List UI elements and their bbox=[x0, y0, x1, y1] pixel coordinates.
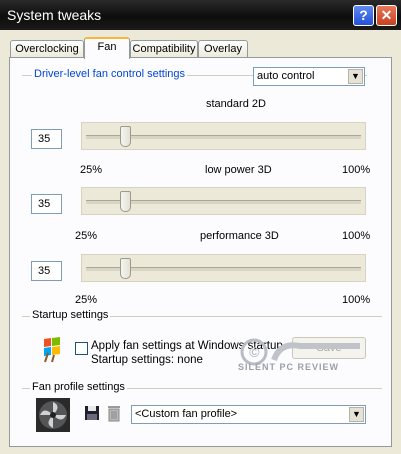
fan-profile-value: <Custom fan profile> bbox=[135, 408, 238, 420]
watermark-logo: © bbox=[240, 336, 370, 380]
watermark-text: SILENT PC REVIEW bbox=[238, 362, 340, 372]
low-power-3d-min-label: 25% bbox=[75, 230, 98, 242]
performance-3d-max-label: 100% bbox=[342, 294, 371, 306]
low-power-3d-slider[interactable] bbox=[81, 187, 366, 215]
performance-3d-slider-thumb[interactable] bbox=[120, 258, 131, 279]
title-bar[interactable]: System tweaks ? ✕ bbox=[0, 0, 401, 30]
low-power-3d-max-label: 100% bbox=[342, 230, 371, 242]
section-title-standard-2d: standard 2D bbox=[206, 98, 266, 110]
standard-2d-slider[interactable] bbox=[81, 122, 366, 150]
window-title: System tweaks bbox=[7, 7, 102, 23]
tab-fan[interactable]: Fan bbox=[84, 37, 130, 59]
standard-2d-min-label: 25% bbox=[80, 164, 103, 176]
performance-3d-min-label: 25% bbox=[75, 294, 98, 306]
fan-icon bbox=[36, 398, 70, 432]
low-power-3d-slider-thumb[interactable] bbox=[120, 191, 131, 212]
fan-profile-select[interactable]: <Custom fan profile> ▼ bbox=[131, 405, 366, 424]
tab-compatibility[interactable]: Compatibility bbox=[130, 40, 198, 58]
fan-control-mode-value: auto control bbox=[257, 70, 315, 82]
svg-text:©: © bbox=[249, 344, 261, 360]
close-button[interactable]: ✕ bbox=[376, 5, 397, 26]
driver-group-title: Driver-level fan control settings bbox=[32, 68, 188, 80]
standard-2d-max-label: 100% bbox=[342, 164, 371, 176]
startup-group-title: Startup settings bbox=[30, 309, 111, 321]
standard-2d-value: 35 bbox=[31, 129, 62, 149]
tab-overlay[interactable]: Overlay bbox=[198, 40, 248, 58]
low-power-3d-value: 35 bbox=[31, 194, 62, 214]
fan-control-mode-select[interactable]: auto control ▼ bbox=[253, 67, 365, 86]
standard-2d-slider-thumb[interactable] bbox=[120, 126, 131, 147]
section-title-performance-3d: performance 3D bbox=[200, 230, 279, 242]
section-title-low-power-3d: low power 3D bbox=[205, 164, 272, 176]
trash-icon[interactable] bbox=[107, 404, 121, 422]
tab-overclocking[interactable]: Overclocking bbox=[10, 40, 84, 58]
chevron-down-icon: ▼ bbox=[348, 69, 363, 84]
chevron-down-icon: ▼ bbox=[349, 407, 364, 422]
performance-3d-value: 35 bbox=[31, 261, 62, 281]
floppy-save-icon[interactable] bbox=[84, 405, 100, 421]
startup-status-text: Startup settings: none bbox=[91, 354, 203, 366]
system-tweaks-window: System tweaks ? ✕ Overclocking Fan Compa… bbox=[0, 0, 401, 454]
apply-at-startup-checkbox[interactable] bbox=[75, 342, 88, 355]
profile-group-title: Fan profile settings bbox=[30, 381, 127, 393]
help-button[interactable]: ? bbox=[353, 5, 374, 26]
performance-3d-slider[interactable] bbox=[81, 254, 366, 282]
windows-flag-icon bbox=[40, 335, 64, 363]
